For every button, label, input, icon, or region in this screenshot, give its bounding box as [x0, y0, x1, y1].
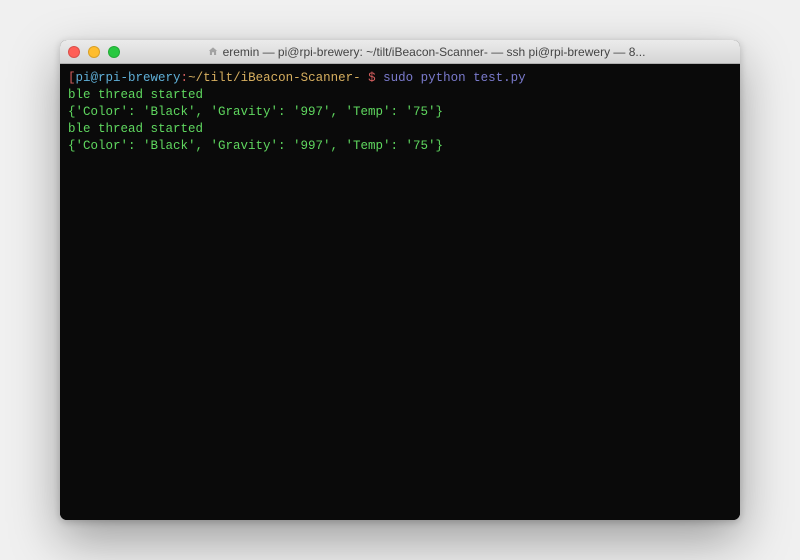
- terminal-body[interactable]: [pi@rpi-brewery:~/tilt/iBeacon-Scanner- …: [60, 64, 740, 520]
- home-icon: [207, 46, 219, 57]
- prompt-command: sudo python test.py: [383, 71, 526, 85]
- window-title: eremin — pi@rpi-brewery: ~/tilt/iBeacon-…: [120, 45, 732, 59]
- minimize-button[interactable]: [88, 46, 100, 58]
- window-controls: [68, 46, 120, 58]
- prompt-close-bracket: $: [361, 71, 376, 85]
- window-title-text: eremin — pi@rpi-brewery: ~/tilt/iBeacon-…: [223, 45, 646, 59]
- output-line: ble thread started: [68, 122, 203, 136]
- prompt-colon: :: [181, 71, 189, 85]
- titlebar: eremin — pi@rpi-brewery: ~/tilt/iBeacon-…: [60, 40, 740, 64]
- prompt-user-host: pi@rpi-brewery: [76, 71, 181, 85]
- output-line: {'Color': 'Black', 'Gravity': '997', 'Te…: [68, 139, 443, 153]
- output-line: ble thread started: [68, 88, 203, 102]
- terminal-window: eremin — pi@rpi-brewery: ~/tilt/iBeacon-…: [60, 40, 740, 520]
- close-button[interactable]: [68, 46, 80, 58]
- output-line: {'Color': 'Black', 'Gravity': '997', 'Te…: [68, 105, 443, 119]
- prompt-path: ~/tilt/iBeacon-Scanner-: [188, 71, 361, 85]
- prompt-open-bracket: [: [68, 71, 76, 85]
- maximize-button[interactable]: [108, 46, 120, 58]
